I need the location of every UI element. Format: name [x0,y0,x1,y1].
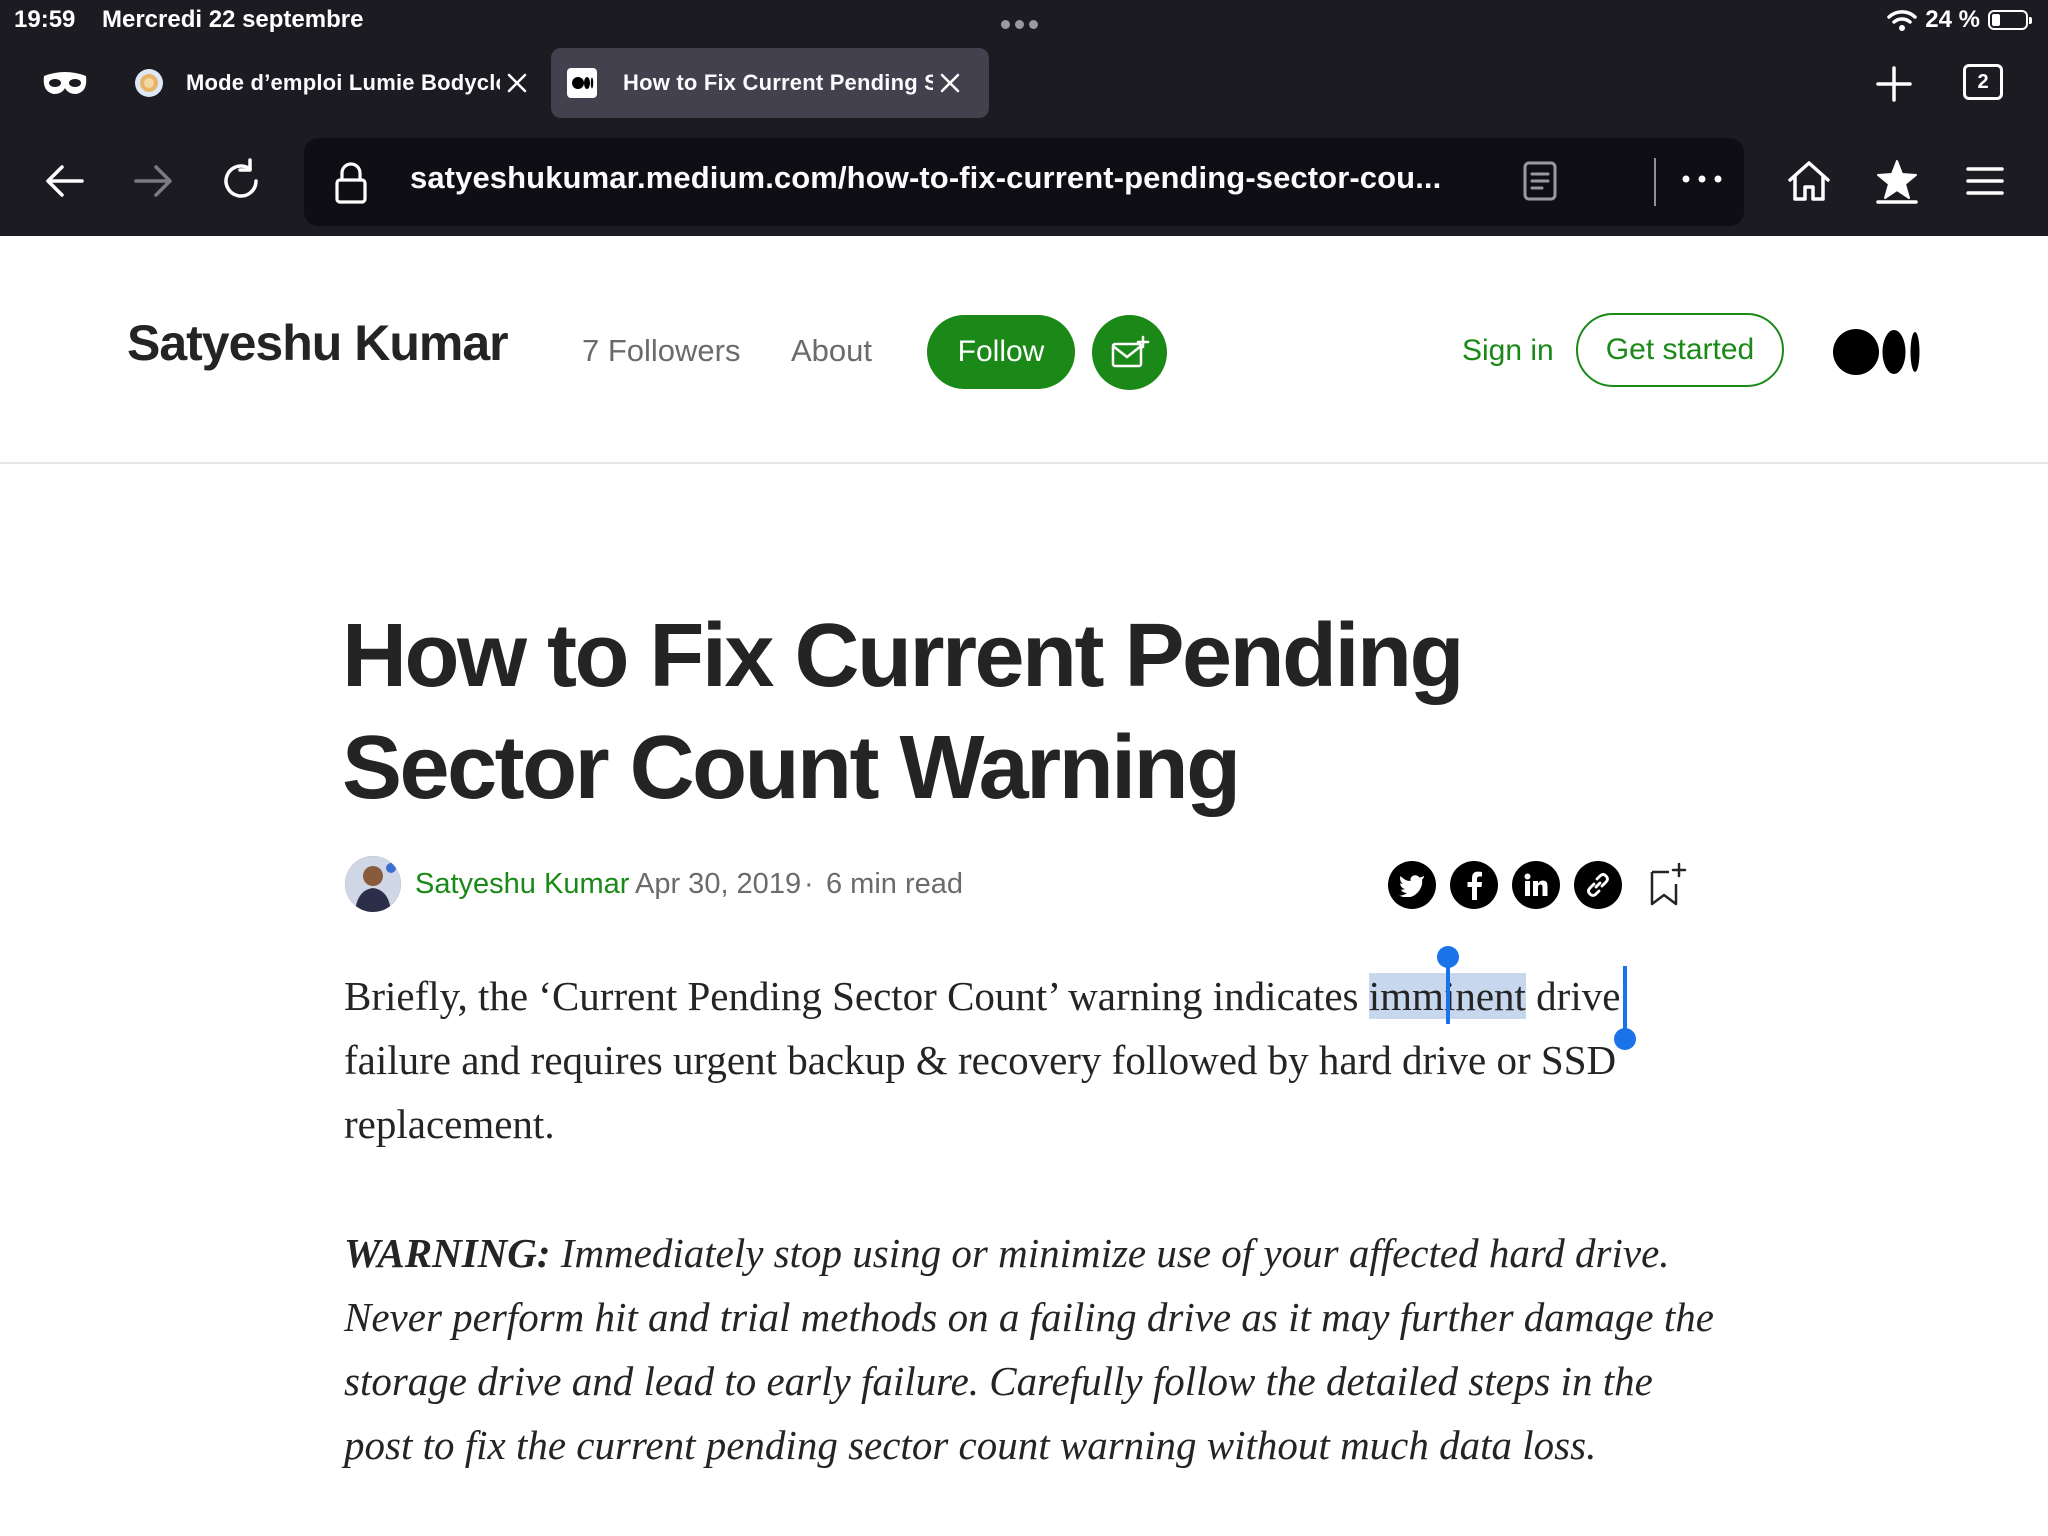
close-tab-icon[interactable] [937,70,963,96]
bookmarks-star-icon[interactable] [1872,156,1922,206]
lumie-favicon-icon [135,69,163,97]
article-title: How to Fix Current Pending Sector Count … [342,606,1465,818]
url-text[interactable]: satyeshukumar.medium.com/how-to-fix-curr… [410,160,1441,196]
tab-title: Mode d’emploi Lumie Bodyclock [186,70,500,95]
wifi-icon [1887,10,1918,31]
home-icon[interactable] [1784,156,1834,206]
mail-plus-icon [1111,335,1149,367]
warning-label: WARNING: [344,1230,551,1276]
followers-link[interactable]: 7 Followers [582,333,741,369]
page-actions-more-icon[interactable] [1680,172,1724,186]
link-icon [1587,873,1609,897]
share-linkedin-button[interactable] [1512,861,1560,909]
tab-count-button[interactable]: 2 [1963,64,2003,100]
tab-title: How to Fix Current Pending Sector [623,70,933,95]
article-paragraph-1: Briefly, the ‘Current Pending Sector Cou… [344,964,1714,1156]
publish-date: Apr 30, 2019 [635,868,802,900]
reader-view-icon[interactable] [1522,160,1558,202]
tab-strip: Mode d’emploi Lumie Bodyclock How to Fix… [0,46,2048,122]
reload-icon[interactable] [216,156,266,206]
hamburger-menu-icon[interactable] [1960,156,2010,206]
linkedin-icon [1524,873,1548,896]
close-tab-icon[interactable] [504,70,530,96]
browser-chrome: 19:59 Mercredi 22 septembre 24 % Mode d’… [0,0,2048,236]
selection-start-handle[interactable] [1437,946,1459,1024]
about-link[interactable]: About [791,333,872,369]
author-avatar[interactable] [345,856,401,912]
url-divider [1654,158,1656,206]
status-date: Mercredi 22 septembre [102,6,364,33]
multitasking-dots-icon[interactable] [1001,16,1047,29]
save-bookmark-icon[interactable] [1647,862,1687,908]
private-browsing-icon[interactable] [40,66,90,102]
paragraph-text: Briefly, the ‘Current Pending Sector Cou… [344,973,1369,1019]
subscribe-email-button[interactable] [1092,315,1167,390]
status-bar: 19:59 Mercredi 22 septembre 24 % [0,0,2048,40]
site-header: Satyeshu Kumar 7 Followers About Follow … [0,236,2048,464]
sign-in-link[interactable]: Sign in [1462,334,1554,368]
new-tab-icon[interactable] [1874,64,1914,104]
byline-author-link[interactable]: Satyeshu Kumar [415,868,629,901]
tab-lumie[interactable]: Mode d’emploi Lumie Bodyclock [118,48,538,118]
address-bar[interactable]: satyeshukumar.medium.com/how-to-fix-curr… [304,138,1744,226]
status-right: 24 % [1887,4,2032,36]
share-facebook-button[interactable] [1450,861,1498,909]
selection-end-handle[interactable] [1614,966,1636,1050]
article-byline: Satyeshu Kumar Apr 30, 2019 · 6 min read [345,856,1695,912]
back-arrow-icon[interactable] [40,156,90,206]
battery-level [1992,14,2000,26]
battery-percent: 24 % [1925,6,1980,33]
publication-author-name[interactable]: Satyeshu Kumar [127,314,509,372]
read-time: 6 min read [826,868,964,900]
twitter-icon [1399,875,1424,897]
battery-icon [1988,10,2032,30]
share-twitter-button[interactable] [1388,861,1436,909]
lock-icon[interactable] [332,160,370,204]
copy-link-button[interactable] [1574,861,1622,909]
facebook-icon [1467,871,1482,900]
get-started-button[interactable]: Get started [1576,313,1784,387]
status-time: 19:59 [14,6,76,33]
medium-logo-icon[interactable] [1832,328,1922,376]
byline-separator: · [804,868,814,900]
forward-arrow-icon[interactable] [128,156,178,206]
tab-medium[interactable]: How to Fix Current Pending Sector [551,48,989,118]
article-warning-paragraph: WARNING: Immediately stop using or minim… [344,1221,1714,1477]
navigation-toolbar: satyeshukumar.medium.com/how-to-fix-curr… [0,128,2048,236]
follow-button[interactable]: Follow [927,315,1075,389]
medium-favicon-icon [567,68,597,98]
